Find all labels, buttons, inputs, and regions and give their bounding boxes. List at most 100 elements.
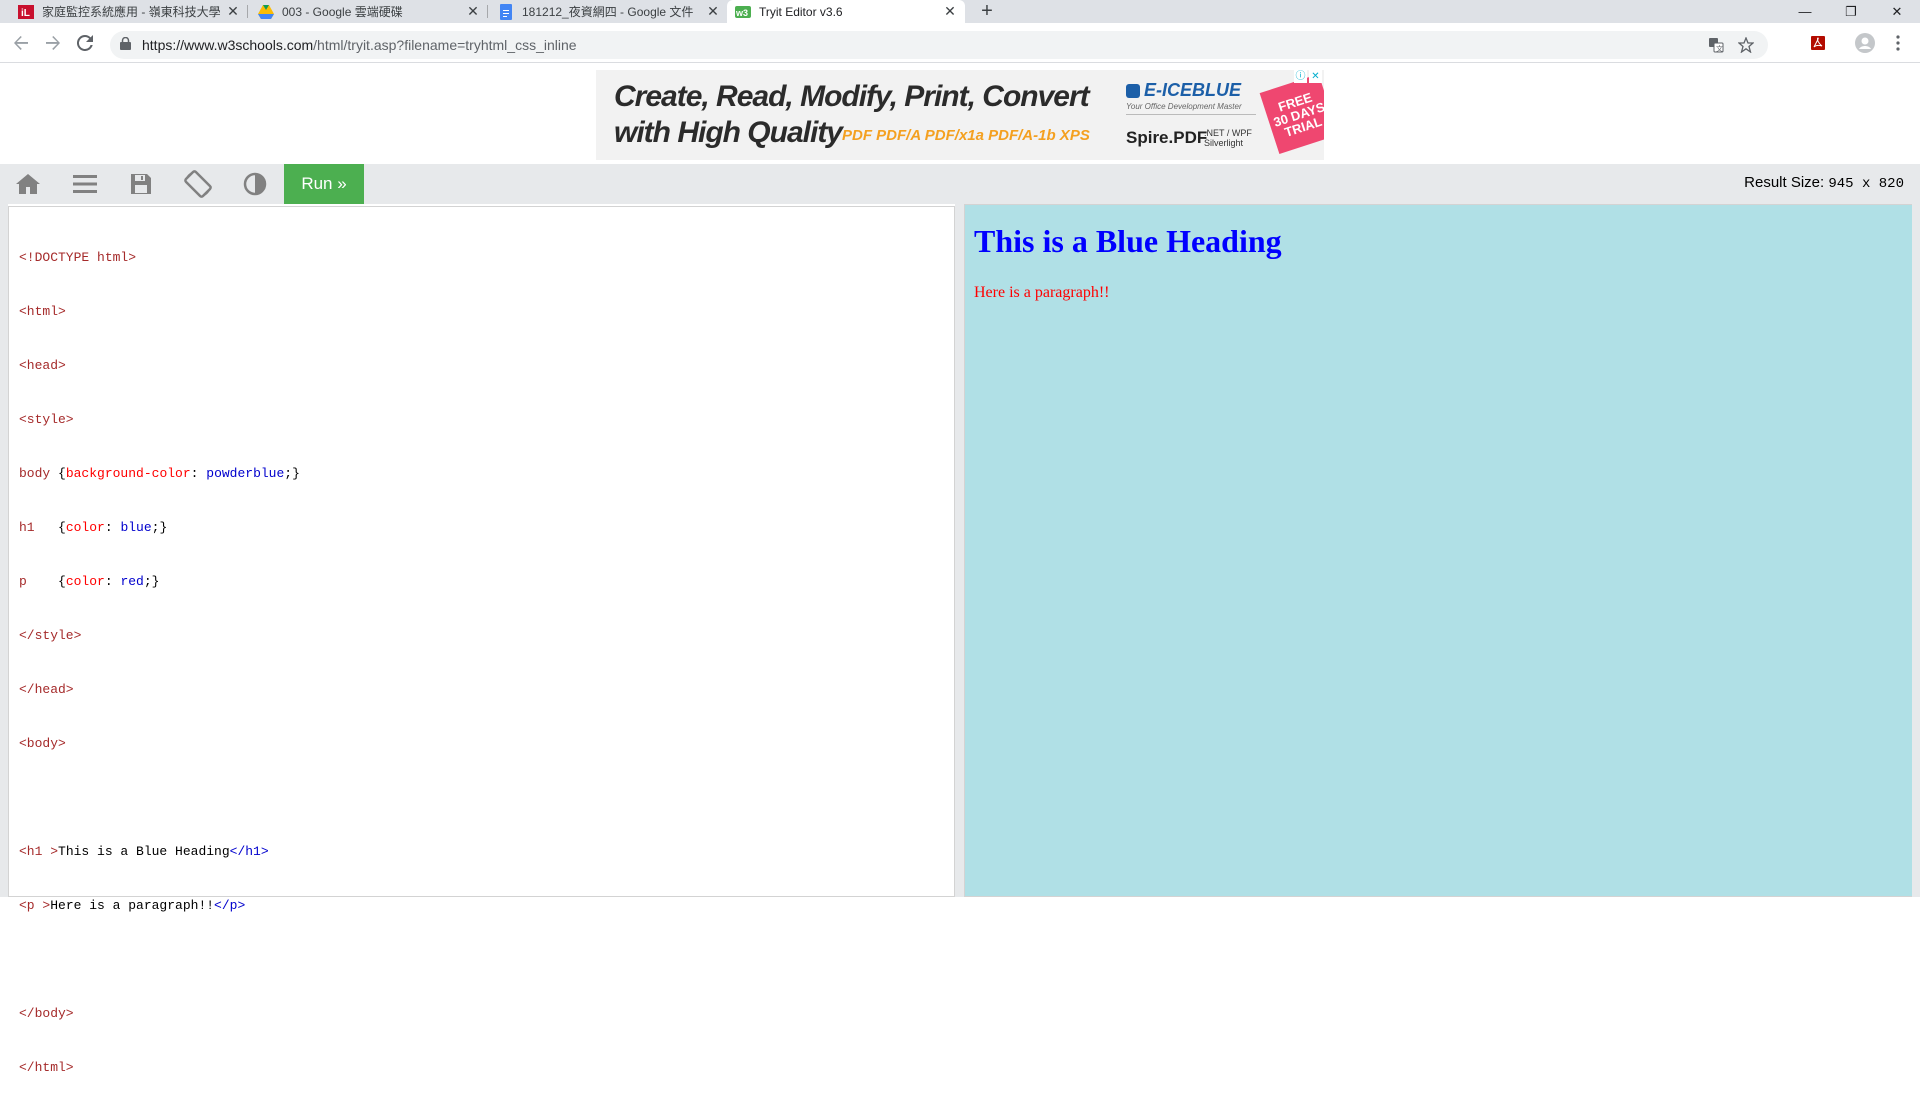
- result-size-label: Result Size:: [1744, 174, 1825, 191]
- ad-info-icon[interactable]: ⓘ: [1294, 70, 1307, 83]
- code-line: body {background-color: powderblue;}: [19, 465, 300, 483]
- tab-title: 003 - Google 雲端硬碟: [282, 5, 403, 19]
- ad-product-name: Spire.PDF: [1126, 128, 1208, 147]
- menu-kebab-icon[interactable]: [1886, 31, 1910, 55]
- svg-text:文: 文: [1716, 44, 1723, 53]
- tab-close-icon[interactable]: ✕: [706, 3, 720, 20]
- rotate-icon[interactable]: [170, 164, 226, 204]
- code-line: <h1 >This is a Blue Heading</h1>: [19, 843, 300, 861]
- tab-close-icon[interactable]: ✕: [943, 3, 957, 20]
- html-text: Here is a paragraph!!: [50, 898, 215, 913]
- ad-brand-logo: E-ICEBLUE: [1126, 80, 1241, 101]
- css-brace: ;}: [143, 574, 160, 589]
- contrast-icon[interactable]: [227, 164, 283, 204]
- code-line: p {color: red;}: [19, 573, 300, 591]
- pane-gutter-left: [0, 204, 8, 897]
- advertisement-banner[interactable]: Create, Read, Modify, Print, Convert wit…: [596, 70, 1324, 160]
- css-colon: :: [190, 466, 207, 481]
- css-property: background-color: [65, 466, 191, 481]
- ad-platforms: .NET / WPF Silverlight: [1204, 128, 1252, 148]
- tab-title: 家庭監控系統應用 - 嶺東科技大學: [42, 5, 220, 19]
- code-line: h1 {color: blue;}: [19, 519, 300, 537]
- ad-headline: Create, Read, Modify, Print, Convert: [614, 80, 1090, 113]
- css-value: red: [120, 574, 144, 589]
- browser-tab[interactable]: 003 - Google 雲端硬碟 ✕: [250, 0, 488, 23]
- ad-formats: PDF PDF/A PDF/x1a PDF/A-1b XPS: [842, 127, 1090, 144]
- result-size: Result Size: 945 x 820: [1744, 174, 1904, 192]
- translate-icon[interactable]: 文: [1706, 35, 1726, 55]
- css-brace: {: [58, 466, 66, 481]
- minimize-button[interactable]: —: [1782, 0, 1828, 23]
- google-drive-icon: [258, 4, 274, 20]
- home-icon[interactable]: [0, 164, 56, 204]
- code-text[interactable]: <!DOCTYPE html> <html> <head> <style> bo…: [19, 213, 300, 1113]
- pane-splitter[interactable]: [955, 204, 964, 897]
- address-bar[interactable]: https://www.w3schools.com/html/tryit.asp…: [110, 31, 1768, 59]
- ad-trial-badge: FREE 30 DAYS TRIAL: [1259, 73, 1324, 155]
- new-tab-button[interactable]: +: [976, 1, 998, 23]
- code-line: </style>: [19, 628, 82, 643]
- html-tag: </p>: [214, 898, 246, 913]
- browser-tab[interactable]: iL 家庭監控系統應用 - 嶺東科技大學 ✕: [10, 0, 248, 23]
- browser-tab-active[interactable]: w3 Tryit Editor v3.6 ✕: [727, 0, 965, 23]
- result-size-value: 945 x 820: [1828, 176, 1904, 192]
- restore-button[interactable]: ❐: [1828, 0, 1874, 23]
- tab-title: 181212_夜資網四 - Google 文件: [522, 5, 694, 19]
- pane-gutter-right: [1912, 204, 1920, 897]
- css-colon: :: [104, 574, 121, 589]
- browser-toolbar: https://www.w3schools.com/html/tryit.asp…: [0, 23, 1920, 63]
- html-text: This is a Blue Heading: [58, 844, 230, 859]
- css-value: blue: [120, 520, 152, 535]
- ad-close-icon[interactable]: ✕: [1309, 70, 1322, 83]
- result-preview: This is a Blue Heading Here is a paragra…: [964, 204, 1913, 897]
- ad-divider: [1126, 114, 1256, 115]
- profile-icon[interactable]: [1853, 31, 1877, 55]
- code-line: </html>: [19, 1060, 74, 1075]
- bookmark-star-icon[interactable]: [1736, 35, 1756, 55]
- css-selector: h1: [19, 520, 59, 535]
- preview-heading: This is a Blue Heading: [974, 223, 1282, 259]
- css-brace: {: [58, 574, 66, 589]
- css-brace: ;}: [151, 520, 168, 535]
- ad-brand-tagline: Your Office Development Master: [1126, 102, 1242, 111]
- code-line: <style>: [19, 412, 74, 427]
- google-docs-icon: [498, 3, 514, 20]
- tab-close-icon[interactable]: ✕: [466, 3, 480, 20]
- html-tag: </h1>: [229, 844, 269, 859]
- html-tag: <p >: [19, 898, 51, 913]
- tab-title: Tryit Editor v3.6: [759, 4, 843, 19]
- css-brace: {: [58, 520, 66, 535]
- code-line: <!DOCTYPE html>: [19, 250, 137, 265]
- eiceblue-logo-icon: [1126, 84, 1140, 99]
- css-property: color: [65, 520, 105, 535]
- css-property: color: [65, 574, 105, 589]
- css-selector: p: [19, 574, 59, 589]
- code-line: </body>: [19, 1006, 74, 1021]
- url-domain: https://www.w3schools.com: [142, 37, 314, 53]
- ad-platforms-line: Silverlight: [1204, 138, 1244, 148]
- css-selector: body: [19, 466, 59, 481]
- ad-trial-badge-text: FREE 30 DAYS TRIAL: [1271, 89, 1324, 140]
- svg-text:w3: w3: [735, 8, 748, 18]
- ad-brand-name: E-ICEBLUE: [1144, 80, 1242, 100]
- svg-text:iL: iL: [21, 8, 30, 19]
- code-line: <p >Here is a paragraph!!</p>: [19, 897, 300, 915]
- back-icon[interactable]: [9, 31, 33, 55]
- css-brace: ;}: [284, 466, 300, 481]
- site-favicon-icon: iL: [18, 4, 34, 20]
- url-path: /html/tryit.asp?filename=tryhtml_css_inl…: [313, 37, 577, 53]
- tab-close-icon[interactable]: ✕: [226, 3, 240, 20]
- close-window-button[interactable]: ✕: [1874, 0, 1920, 23]
- browser-tab[interactable]: 181212_夜資網四 - Google 文件 ✕: [490, 0, 728, 23]
- css-value: powderblue: [206, 466, 285, 481]
- reload-icon[interactable]: [73, 31, 97, 55]
- save-icon[interactable]: [113, 164, 169, 204]
- code-editor[interactable]: <!DOCTYPE html> <html> <head> <style> bo…: [8, 206, 955, 1075]
- forward-icon[interactable]: [41, 31, 65, 55]
- ad-subheadline: with High Quality: [614, 116, 843, 149]
- run-button[interactable]: Run »: [284, 164, 364, 204]
- pdf-extension-icon[interactable]: [1806, 31, 1830, 55]
- menu-icon[interactable]: [57, 164, 113, 204]
